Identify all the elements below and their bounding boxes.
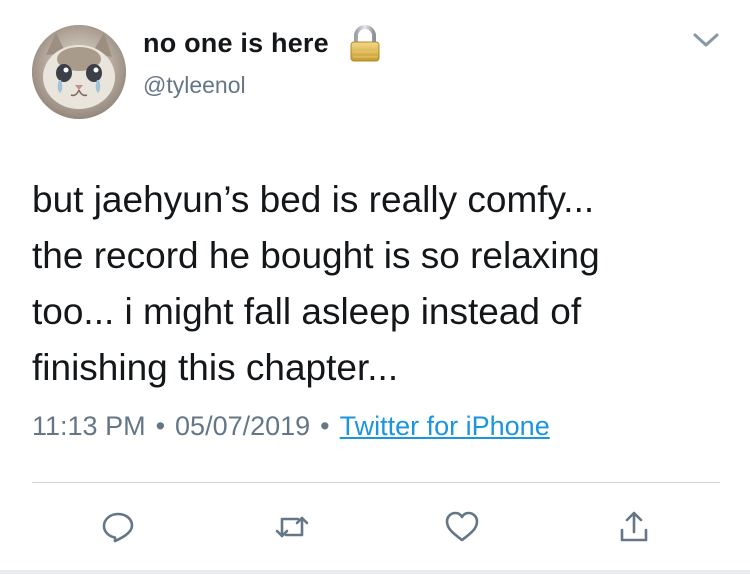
tweet-meta: 11:13 PM • 05/07/2019 • Twitter for iPhone [32, 411, 550, 442]
tweet-text-line: finishing this chapter... [32, 347, 399, 388]
like-button[interactable] [440, 505, 484, 549]
tweet-text: but jaehyun’s bed is really comfy... the… [32, 172, 722, 396]
meta-separator: • [320, 411, 330, 441]
tweet-text-line: too... i might fall asleep instead of [32, 291, 582, 332]
tweet-source-link[interactable]: Twitter for iPhone [340, 411, 550, 441]
lock-icon [350, 25, 380, 62]
tweet-card: no one is here @tyleenol but jaehyun’s b… [0, 0, 750, 574]
chevron-down-icon[interactable] [692, 30, 720, 50]
retweet-icon [275, 516, 309, 538]
tweet-text-line: the record he bought is so relaxing [32, 235, 600, 276]
reply-icon [102, 512, 134, 543]
crying-cat-avatar-image [32, 25, 126, 119]
share-icon [620, 511, 648, 542]
reply-button[interactable] [96, 505, 140, 549]
heart-icon [445, 511, 479, 542]
user-handle[interactable]: @tyleenol [143, 72, 246, 99]
meta-separator: • [155, 411, 166, 441]
display-name[interactable]: no one is here [143, 28, 329, 59]
tweet-text-line: but jaehyun’s bed is really comfy... [32, 179, 595, 220]
tweet-date: 05/07/2019 [175, 411, 311, 441]
action-bar [0, 505, 750, 549]
divider [32, 482, 720, 483]
avatar[interactable] [32, 25, 126, 119]
retweet-button[interactable] [270, 505, 314, 549]
share-button[interactable] [612, 505, 656, 549]
bottom-border [0, 570, 750, 574]
tweet-time: 11:13 PM [32, 411, 146, 441]
